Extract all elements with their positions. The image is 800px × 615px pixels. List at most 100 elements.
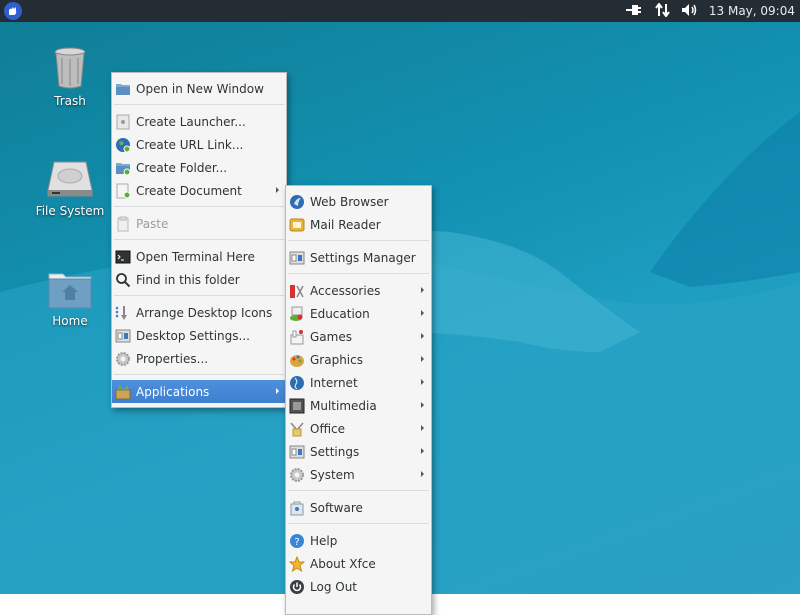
menu-item-create-url-link[interactable]: Create URL Link...: [112, 133, 286, 156]
menu-item-open-in-new-window[interactable]: Open in New Window: [112, 77, 286, 100]
multimedia-icon: [289, 398, 305, 414]
menu-separator: [114, 295, 284, 296]
arrange-icon: [115, 306, 127, 320]
menu-item-label: Help: [310, 533, 338, 548]
menu-item-label: Paste: [136, 216, 169, 231]
menu-item-label: Games: [310, 329, 352, 344]
menu-item-desktop-settings[interactable]: Desktop Settings...: [112, 324, 286, 347]
menu-item-label: Properties...: [136, 351, 209, 366]
folder-icon: [116, 84, 130, 95]
menu-item-label: Create Launcher...: [136, 114, 246, 129]
menu-item-label: Web Browser: [310, 194, 389, 209]
desktop-icon-label: File System: [35, 204, 105, 218]
menu-item-create-folder[interactable]: Create Folder...: [112, 156, 286, 179]
applications-submenu: Web Browser Mail Reader Settings Manager…: [285, 185, 432, 615]
menu-item-label: Graphics: [310, 352, 363, 367]
new-folder-icon: [116, 163, 131, 176]
menu-item-education[interactable]: Education: [286, 302, 431, 325]
top-panel: 13 May, 09:04: [0, 0, 800, 22]
menu-separator: [288, 490, 429, 491]
menu-separator: [288, 273, 429, 274]
submenu-arrow-icon: [276, 187, 279, 193]
menu-item-label: Create Folder...: [136, 160, 228, 175]
launcher-icon: [116, 114, 130, 130]
submenu-arrow-icon: [421, 448, 424, 454]
menu-item-help[interactable]: ? Help: [286, 529, 431, 552]
menu-item-create-document[interactable]: Create Document: [112, 179, 286, 202]
menu-item-label: Arrange Desktop Icons: [136, 305, 273, 320]
menu-separator: [288, 523, 429, 524]
menu-item-open-terminal-here[interactable]: Open Terminal Here: [112, 245, 286, 268]
menu-separator: [114, 206, 284, 207]
trash-icon: [52, 46, 88, 90]
desktop-icon-trash[interactable]: Trash: [30, 46, 110, 108]
mail-icon: [289, 218, 305, 232]
applications-icon: [115, 384, 131, 400]
power-plug-icon[interactable]: [625, 4, 645, 19]
menu-item-label: Find in this folder: [136, 272, 240, 287]
volume-icon[interactable]: [681, 3, 699, 20]
menu-item-label: Open in New Window: [136, 81, 264, 96]
search-icon: [116, 273, 131, 288]
menu-item-label: Education: [310, 306, 370, 321]
clock[interactable]: 13 May, 09:04: [709, 4, 795, 18]
settings-icon: [289, 445, 305, 459]
menu-item-settings[interactable]: Settings: [286, 440, 431, 463]
menu-item-label: About Xfce: [310, 556, 376, 571]
menu-item-software[interactable]: Software: [286, 496, 431, 519]
internet-icon: [290, 376, 304, 390]
logout-icon: [290, 580, 304, 594]
applications-menu-button[interactable]: [4, 2, 22, 20]
system-tray: 13 May, 09:04: [620, 0, 800, 22]
menu-separator: [114, 374, 284, 375]
xfce-mouse-icon: [9, 7, 17, 15]
menu-item-multimedia[interactable]: Multimedia: [286, 394, 431, 417]
menu-item-applications[interactable]: Applications: [112, 380, 286, 403]
desktop-context-menu: Open in New Window Create Launcher... Cr…: [111, 72, 287, 408]
settings-manager-icon: [289, 251, 305, 265]
menu-item-graphics[interactable]: Graphics: [286, 348, 431, 371]
menu-item-label: Multimedia: [310, 398, 377, 413]
menu-item-log-out[interactable]: Log Out: [286, 575, 431, 598]
submenu-arrow-icon: [421, 287, 424, 293]
menu-item-office[interactable]: Office: [286, 417, 431, 440]
submenu-arrow-icon: [421, 310, 424, 316]
menu-item-about-xfce[interactable]: About Xfce: [286, 552, 431, 575]
submenu-arrow-icon: [421, 471, 424, 477]
menu-item-web-browser[interactable]: Web Browser: [286, 190, 431, 213]
paste-icon: [117, 216, 129, 232]
menu-item-label: System: [310, 467, 355, 482]
menu-item-label: Applications: [136, 384, 210, 399]
system-icon: [290, 468, 304, 482]
menu-item-internet[interactable]: Internet: [286, 371, 431, 394]
menu-item-paste: Paste: [112, 212, 286, 235]
software-icon: [290, 501, 304, 516]
menu-item-create-launcher[interactable]: Create Launcher...: [112, 110, 286, 133]
menu-item-settings-manager[interactable]: Settings Manager: [286, 246, 431, 269]
new-document-icon: [116, 183, 131, 199]
menu-item-label: Mail Reader: [310, 217, 381, 232]
menu-item-mail-reader[interactable]: Mail Reader: [286, 213, 431, 236]
menu-item-properties[interactable]: Properties...: [112, 347, 286, 370]
menu-item-label: Settings: [310, 444, 360, 459]
menu-item-accessories[interactable]: Accessories: [286, 279, 431, 302]
menu-item-games[interactable]: Games: [286, 325, 431, 348]
desktop-icon-file-system[interactable]: File System: [30, 160, 110, 218]
submenu-arrow-icon: [421, 402, 424, 408]
menu-separator: [114, 239, 284, 240]
menu-item-label: Open Terminal Here: [136, 249, 255, 264]
menu-item-arrange-desktop-icons[interactable]: Arrange Desktop Icons: [112, 301, 286, 324]
menu-item-system[interactable]: System: [286, 463, 431, 486]
help-icon: ?: [290, 534, 304, 548]
gear-icon: [116, 352, 130, 366]
network-transfer-icon[interactable]: [655, 1, 671, 20]
submenu-arrow-icon: [421, 356, 424, 362]
globe-icon: [116, 138, 131, 153]
desktop-icon-home[interactable]: Home: [30, 270, 110, 328]
menu-item-label: Create Document: [136, 183, 242, 198]
menu-item-find-in-this-folder[interactable]: Find in this folder: [112, 268, 286, 291]
submenu-arrow-icon: [276, 388, 279, 394]
menu-item-label: Internet: [310, 375, 358, 390]
web-browser-icon: [290, 195, 304, 209]
graphics-icon: [290, 355, 304, 367]
